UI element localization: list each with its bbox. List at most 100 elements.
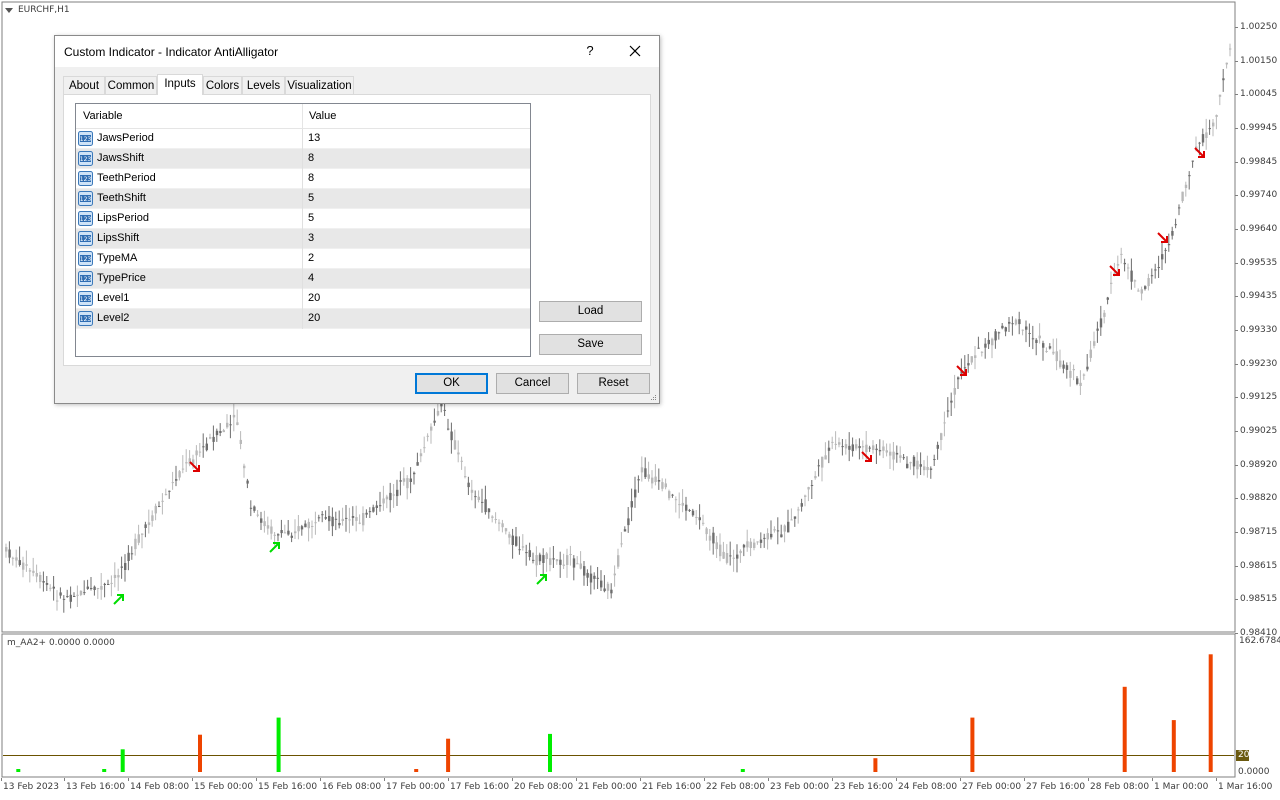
close-button[interactable] — [624, 41, 646, 61]
grid-row-level1[interactable]: 123 Level1 20 — [76, 289, 530, 309]
row-divider — [302, 249, 303, 269]
candle-body — [970, 356, 973, 363]
candle-body — [654, 476, 657, 482]
candle-body — [426, 435, 429, 437]
inputs-grid[interactable]: Variable Value 123 JawsPeriod 13 123 JawsShi… — [75, 103, 531, 357]
candle-body — [508, 534, 511, 538]
buy-signal-arrow-icon — [536, 574, 547, 585]
candle-body — [86, 586, 89, 589]
grid-row-typema[interactable]: 123 TypeMA 2 — [76, 249, 530, 269]
candle-body — [18, 560, 21, 565]
candle-body — [1004, 327, 1007, 332]
column-header-variable[interactable]: Variable — [83, 110, 123, 122]
variable-value[interactable]: 3 — [308, 232, 314, 244]
histogram-bar — [198, 734, 202, 772]
variable-value[interactable]: 5 — [308, 212, 314, 224]
candle-body — [515, 536, 518, 546]
load-button[interactable]: Load — [539, 301, 642, 322]
candle-body — [273, 534, 276, 536]
histogram-bar — [970, 717, 975, 772]
grid-row-jawsshift[interactable]: 123 JawsShift 8 — [76, 149, 530, 169]
candle-body — [1001, 325, 1004, 329]
tab-about[interactable]: About — [63, 76, 105, 94]
grid-row-jawsperiod[interactable]: 123 JawsPeriod 13 — [76, 129, 530, 149]
reset-button[interactable]: Reset — [577, 373, 650, 394]
candle-body — [844, 444, 848, 449]
grid-row-teethperiod[interactable]: 123 TeethPeriod 8 — [76, 169, 530, 189]
variable-value[interactable]: 20 — [308, 312, 320, 324]
candle-body — [249, 507, 253, 509]
price-axis-label: 0.98615 — [1240, 561, 1278, 571]
price-axis-label: 0.99330 — [1240, 325, 1278, 335]
candle-body — [209, 437, 212, 439]
dialog-titlebar[interactable]: Custom Indicator - Indicator AntiAlligat… — [55, 36, 659, 67]
candle-body — [749, 541, 752, 548]
help-button[interactable]: ? — [583, 41, 597, 61]
variable-value[interactable]: 5 — [308, 192, 314, 204]
candle-body — [1225, 62, 1228, 65]
candle-body — [848, 445, 851, 450]
variable-value[interactable]: 8 — [308, 152, 314, 164]
candle-body — [892, 451, 895, 460]
row-divider — [302, 309, 303, 329]
candle-body — [436, 410, 440, 416]
candle-body — [559, 559, 562, 565]
candle-body — [1120, 253, 1123, 255]
candle-body — [858, 446, 861, 449]
variable-value[interactable]: 8 — [308, 172, 314, 184]
candle-body — [831, 441, 834, 443]
grid-row-lipsshift[interactable]: 123 LipsShift 3 — [76, 229, 530, 249]
variable-value[interactable]: 2 — [308, 252, 314, 264]
candle-body — [328, 515, 331, 522]
buy-signal-arrow-icon — [113, 594, 124, 605]
grid-row-level2[interactable]: 123 Level2 20 — [76, 309, 530, 329]
cancel-button[interactable]: Cancel — [496, 373, 569, 394]
custom-indicator-dialog[interactable]: Custom Indicator - Indicator AntiAlligat… — [54, 35, 660, 404]
candle-body — [715, 542, 718, 550]
column-divider[interactable] — [302, 104, 303, 128]
grid-row-typeprice[interactable]: 123 TypePrice 4 — [76, 269, 530, 289]
tab-colors[interactable]: Colors — [203, 76, 242, 94]
price-tick — [1235, 633, 1238, 634]
column-header-value[interactable]: Value — [309, 110, 336, 122]
price-tick — [1235, 397, 1238, 398]
candle-body — [423, 447, 426, 449]
time-tick — [832, 778, 833, 781]
candle-body — [929, 468, 933, 470]
candle-body — [246, 480, 249, 484]
numeric-input-icon: 123 — [78, 211, 93, 226]
variable-value[interactable]: 20 — [308, 292, 320, 304]
grid-row-lipsperiod[interactable]: 123 LipsPeriod 5 — [76, 209, 530, 229]
dialog-title: Custom Indicator - Indicator AntiAlligat… — [64, 45, 279, 59]
tab-inputs[interactable]: Inputs — [157, 74, 203, 95]
candle-body — [943, 422, 946, 424]
save-button[interactable]: Save — [539, 334, 642, 355]
candle-body — [545, 553, 548, 559]
symbol-menu-icon[interactable] — [5, 8, 13, 13]
price-axis-label: 0.98820 — [1240, 493, 1278, 503]
tab-visualization[interactable]: Visualization — [285, 76, 354, 94]
variable-name: JawsPeriod — [97, 132, 154, 144]
candle-body — [912, 456, 916, 467]
time-axis-label: 13 Feb 16:00 — [66, 782, 126, 792]
tab-common[interactable]: Common — [105, 76, 157, 94]
resize-grip-icon[interactable] — [649, 393, 657, 401]
histogram-bar — [873, 758, 878, 772]
tab-levels[interactable]: Levels — [242, 76, 285, 94]
price-tick — [1235, 128, 1238, 129]
variable-value[interactable]: 13 — [308, 132, 320, 144]
ok-button[interactable]: OK — [415, 373, 488, 394]
grid-row-teethshift[interactable]: 123 TeethShift 5 — [76, 189, 530, 209]
candle-body — [661, 482, 664, 489]
candle-body — [151, 515, 154, 521]
time-tick — [1216, 778, 1217, 781]
candle-body — [572, 558, 576, 568]
candle-body — [1222, 78, 1225, 81]
variable-value[interactable]: 4 — [308, 272, 314, 284]
price-tick — [1235, 465, 1238, 466]
candle-body — [1072, 369, 1075, 371]
candle-body — [991, 338, 994, 346]
candle-body — [175, 479, 178, 481]
candle-body — [474, 496, 477, 498]
candle-body — [103, 583, 106, 585]
